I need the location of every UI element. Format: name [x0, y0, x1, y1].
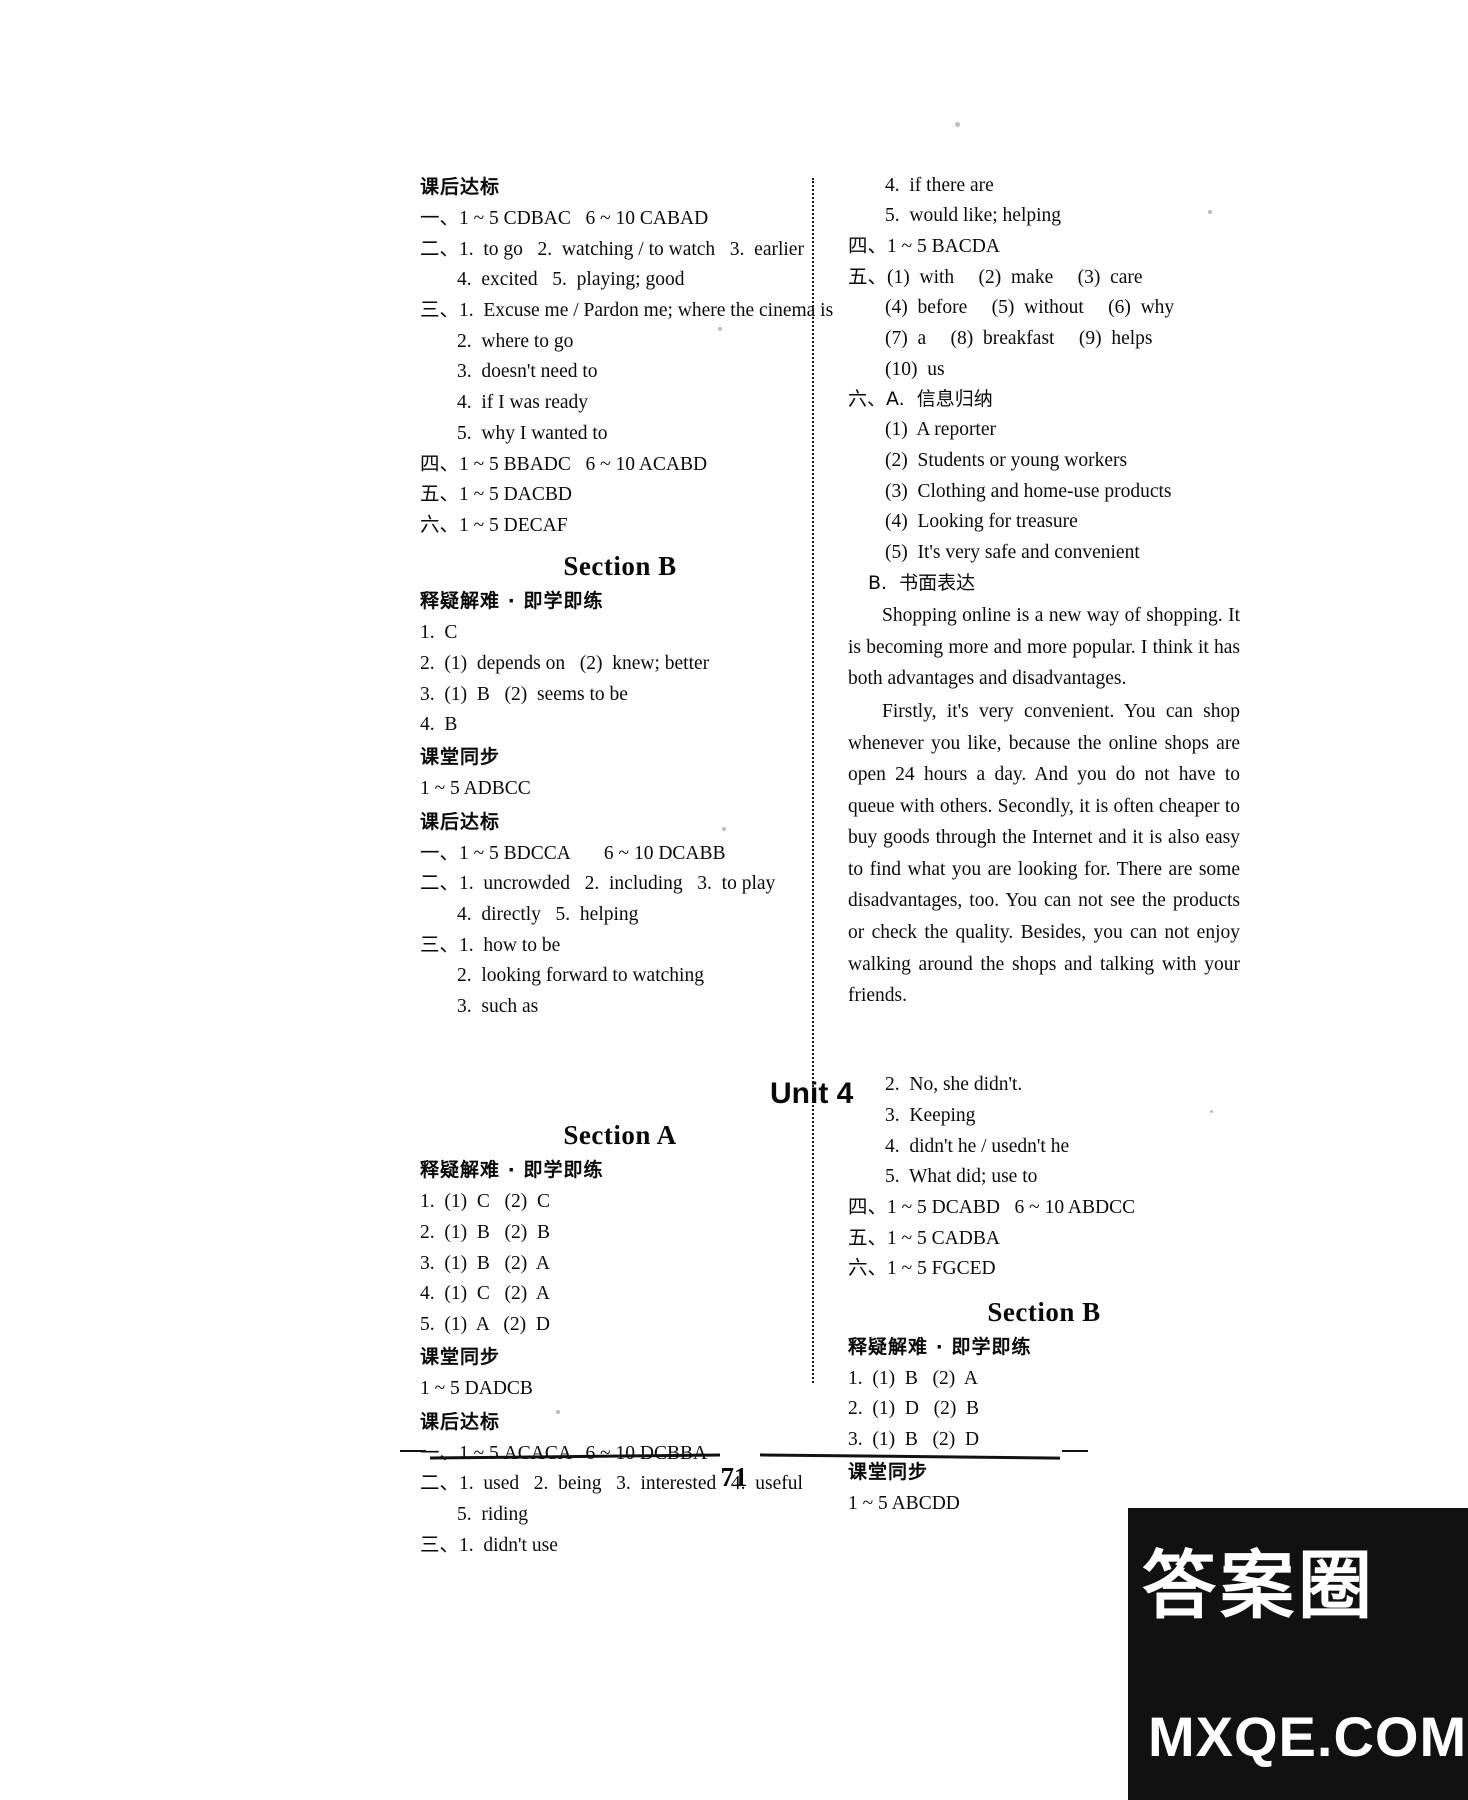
answer-line: 六、1 ~ 5 FGCED: [848, 1258, 996, 1280]
answer-line: 2. (1) B (2) B: [420, 1222, 550, 1244]
answer-list-1: 一、1 ~ 5 CDBAC 6 ~ 10 CABAD 二、1. to go 2.…: [420, 204, 834, 542]
writing-paragraph-2: Firstly, it's very convenient. You can s…: [848, 700, 1240, 1007]
answer-line: (1) A reporter: [885, 419, 997, 441]
watermark-block: 答案圈 MXQE.COM: [1128, 1508, 1468, 1800]
answer-line: (3) Clothing and home-use products: [885, 480, 1172, 502]
heading-kehou-dabiao-2: 课后达标: [420, 810, 501, 833]
page-number: 71: [720, 1462, 748, 1492]
answer-line: 四、1 ~ 5 BACDA: [848, 235, 1000, 257]
scan-speck: [955, 122, 960, 127]
answer-line: 3. such as: [457, 996, 539, 1018]
heading-shiyi-jienan-3: 释疑解难 · 即学即练: [848, 1335, 1032, 1358]
answer-list-5: 1. (1) C (2) C 2. (1) B (2) B 3. (1) B (…: [420, 1187, 820, 1340]
answer-line: 二、1. uncrowded 2. including 3. to play: [420, 873, 776, 895]
writing-paragraph-1: Shopping online is a new way of shopping…: [848, 605, 1240, 690]
footer-rule-left-tip: [400, 1450, 426, 1452]
watermark-url-text: MXQE.COM: [1148, 1705, 1468, 1768]
answer-line: 1 ~ 5 DADCB: [420, 1378, 533, 1400]
answer-line: 3. doesn't need to: [457, 361, 598, 383]
answer-line: 3. Keeping: [885, 1104, 976, 1126]
answer-list-2: 1. C 2. (1) depends on (2) knew; better …: [420, 618, 820, 741]
answer-line: 4. directly 5. helping: [457, 904, 639, 926]
answer-line: 2. (1) D (2) B: [848, 1398, 980, 1420]
heading-section-b-unit3: Section B: [563, 551, 677, 582]
heading-ketang-tongbu-2: 课堂同步: [420, 1346, 501, 1369]
answer-line: 1. (1) C (2) C: [420, 1191, 550, 1213]
answer-line: 三、1. didn't use: [420, 1534, 558, 1556]
answer-line: 1. C: [420, 622, 458, 644]
heading-section-b-unit4: Section B: [987, 1296, 1101, 1327]
left-column: 课后达标 一、1 ~ 5 CDBAC 6 ~ 10 CABAD 二、1. to …: [420, 170, 834, 1561]
answer-line: 三、1. how to be: [420, 934, 561, 956]
heading-ketang-tongbu-1: 课堂同步: [420, 746, 501, 769]
answer-line: 5. riding: [457, 1503, 528, 1525]
answer-line: 四、1 ~ 5 BBADC 6 ~ 10 ACABD: [420, 453, 708, 475]
answer-line: 1. (1) B (2) A: [848, 1367, 978, 1389]
heading-shumian-biaoda: B. 书面表达: [868, 571, 976, 594]
answer-line: 1 ~ 5 ADBCC: [420, 778, 531, 800]
answer-line: 一、1 ~ 5 CDBAC 6 ~ 10 CABAD: [420, 208, 709, 230]
answer-line: 2. looking forward to watching: [457, 965, 704, 987]
answer-line: 三、1. Excuse me / Pardon me; where the ci…: [420, 300, 834, 322]
answer-line: (4) Looking for treasure: [885, 511, 1078, 533]
answer-line: (7) a (8) breakfast (9) helps: [885, 327, 1153, 349]
heading-section-a-unit4: Section A: [563, 1120, 677, 1151]
answer-line: 5. would like; helping: [885, 205, 1062, 227]
footer-rule-right-tip: [1062, 1450, 1088, 1452]
answer-line: 2. No, she didn't.: [885, 1074, 1023, 1096]
heading-kehou-dabiao-1: 课后达标: [420, 176, 501, 198]
answer-line: 5. (1) A (2) D: [420, 1314, 550, 1336]
answer-line: 二、1. to go 2. watching / to watch 3. ear…: [420, 238, 804, 260]
answer-list-r1: 4. if there are 5. would like; helping 四…: [848, 170, 1240, 385]
answer-key-page: 课后达标 一、1 ~ 5 CDBAC 6 ~ 10 CABAD 二、1. to …: [0, 0, 1468, 1800]
answer-line: (5) It's very safe and convenient: [885, 542, 1140, 564]
answer-line: 五、(1) with (2) make (3) care: [848, 266, 1143, 288]
answer-line: 4. (1) C (2) A: [420, 1283, 550, 1305]
heading-shiyi-jienan-2: 释疑解难 · 即学即练: [420, 1159, 604, 1182]
answer-line: (4) before (5) without (6) why: [885, 297, 1175, 319]
answer-line: 2. where to go: [457, 330, 574, 352]
answer-list-r2: 2. No, she didn't. 3. Keeping 4. didn't …: [848, 1070, 1240, 1285]
answer-line: 4. B: [420, 714, 458, 736]
answer-line: 2. (1) depends on (2) knew; better: [420, 652, 710, 674]
answer-list-r3: 1. (1) B (2) A 2. (1) D (2) B 3. (1) B (…: [848, 1363, 1240, 1455]
answer-line: 3. (1) B (2) D: [848, 1428, 980, 1450]
heading-xinxi-guina: 六、A. 信息归纳: [848, 388, 993, 411]
right-column: 4. if there are 5. would like; helping 四…: [848, 170, 1240, 1519]
watermark-chinese-text: 答案圈: [1142, 1543, 1376, 1629]
answer-line: 4. if there are: [885, 174, 994, 196]
answer-line: 4. didn't he / usedn't he: [885, 1135, 1070, 1157]
answer-line: 五、1 ~ 5 DACBD: [420, 484, 572, 506]
answer-line: 4. excited 5. playing; good: [457, 269, 685, 291]
answer-line: 3. (1) B (2) seems to be: [420, 683, 628, 705]
answer-line: 一、1 ~ 5 BDCCA 6 ~ 10 DCABB: [420, 842, 726, 864]
heading-unit-4: Unit 4: [770, 1077, 854, 1110]
spacer-unit4: [420, 1022, 820, 1110]
heading-kehou-dabiao-3: 课后达标: [420, 1410, 501, 1433]
answer-line: (2) Students or young workers: [885, 449, 1128, 471]
reading-answer-list: (1) A reporter (2) Students or young wor…: [848, 415, 1240, 568]
answer-line: 四、1 ~ 5 DCABD 6 ~ 10 ABDCC: [848, 1196, 1136, 1218]
answer-line: 五、1 ~ 5 CADBA: [848, 1227, 1000, 1249]
answer-line: 5. What did; use to: [885, 1166, 1038, 1188]
answer-line: 六、1 ~ 5 DECAF: [420, 514, 568, 536]
answer-line: (10) us: [885, 358, 945, 380]
heading-shiyi-jienan-1: 释疑解难 · 即学即练: [420, 590, 604, 613]
answer-list-4: 一、1 ~ 5 BDCCA 6 ~ 10 DCABB 二、1. uncrowde…: [420, 838, 820, 1022]
answer-line: 5. why I wanted to: [457, 422, 608, 444]
answer-line: 3. (1) B (2) A: [420, 1252, 550, 1274]
spacer-right-unit4: [848, 1012, 1240, 1070]
answer-line: 4. if I was ready: [457, 392, 589, 414]
